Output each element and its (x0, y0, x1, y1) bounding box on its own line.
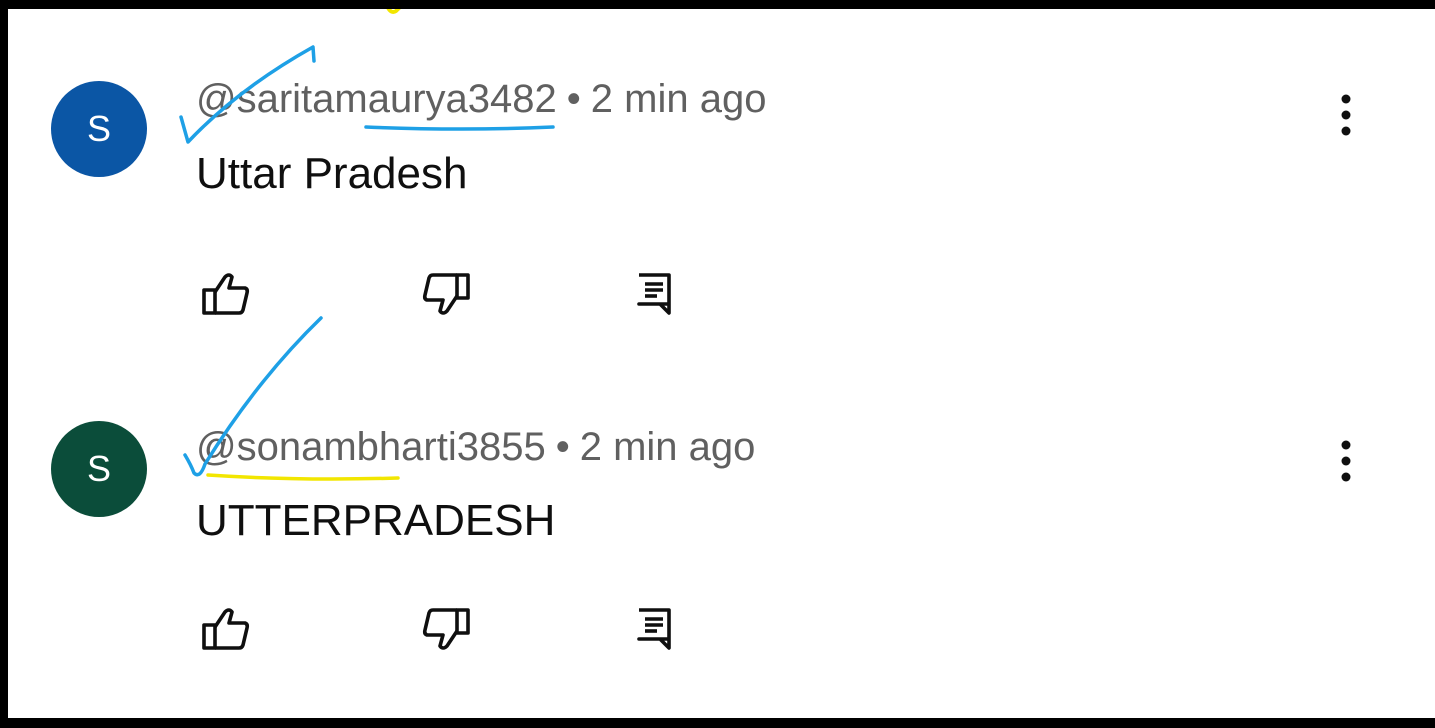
comment-reply-icon (637, 608, 671, 650)
dislike-button[interactable] (416, 599, 476, 659)
more-options-button[interactable] (1326, 83, 1366, 147)
avatar[interactable]: S (51, 421, 147, 517)
like-button[interactable] (196, 264, 256, 324)
thumb-down-icon (422, 273, 470, 315)
dislike-button[interactable] (416, 264, 476, 324)
avatar[interactable]: S (51, 81, 147, 177)
reply-button[interactable] (624, 599, 684, 659)
meta-separator: • (555, 425, 570, 469)
comment-actions (188, 264, 708, 324)
thumb-down-icon (422, 608, 470, 650)
comment-time: 2 min ago (590, 77, 767, 121)
comments-screen: S @saritamaurya3482 • 2 min ago Uttar Prad… (8, 9, 1435, 718)
more-vertical-icon (1341, 94, 1351, 136)
thumb-up-icon (202, 273, 250, 315)
meta-separator: • (566, 77, 581, 121)
thumb-up-icon (202, 608, 250, 650)
yellow-scribble-mark (386, 9, 401, 14)
yellow-underline (206, 473, 400, 481)
like-button[interactable] (196, 599, 256, 659)
comment-reply-icon (637, 273, 671, 315)
comment-text: Uttar Pradesh (196, 149, 468, 198)
comment-meta: @sonambharti3855 • 2 min ago (196, 423, 755, 471)
author-handle[interactable]: @sonambharti3855 (196, 425, 546, 469)
blue-underline (364, 125, 555, 131)
author-handle[interactable]: @saritamaurya3482 (196, 77, 557, 121)
comment-text: UTTERPRADESH (196, 496, 556, 545)
comment-meta: @saritamaurya3482 • 2 min ago (196, 75, 766, 123)
avatar-letter: S (86, 108, 111, 149)
comment-time: 2 min ago (579, 425, 756, 469)
comment-actions (188, 599, 708, 659)
avatar-letter: S (86, 448, 111, 489)
reply-button[interactable] (624, 264, 684, 324)
more-vertical-icon (1341, 440, 1351, 482)
more-options-button[interactable] (1326, 429, 1366, 493)
